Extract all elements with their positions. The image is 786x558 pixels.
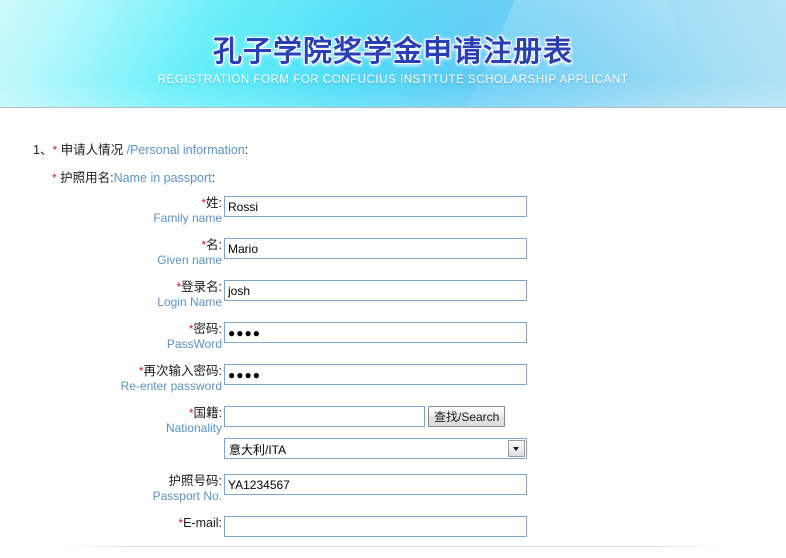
label-given-name-zh-line: *名:	[0, 238, 222, 252]
label-given-name-zh: 名	[206, 238, 219, 252]
label-email-zh-line: *E-mail:	[0, 516, 222, 530]
label-nationality-colon: :	[218, 406, 222, 420]
field-email	[224, 516, 527, 537]
form-row-family-name: *姓: Family name	[0, 196, 786, 238]
given-name-input[interactable]	[224, 238, 527, 259]
label-nationality-en: Nationality	[165, 421, 222, 435]
password-input[interactable]	[224, 322, 527, 343]
form-row-password: *密码: PassWord	[0, 322, 786, 364]
label-family-name-en: Family name	[153, 211, 222, 225]
subsection-label-zh: 护照用名	[60, 171, 111, 185]
label-nationality-zh: 国籍	[193, 406, 219, 420]
section-required-star: *	[52, 143, 58, 157]
field-nationality-search: 查找/Search	[224, 406, 506, 427]
label-password-zh: 密码	[193, 322, 219, 336]
subsection-required-star: *	[52, 171, 57, 185]
label-login-name-en: Login Name	[157, 295, 222, 309]
section-colon: :	[244, 143, 249, 157]
label-family-name-zh: 姓	[206, 196, 219, 210]
registration-form: 1、* 申请人情况 /Personal information: * 护照用名:…	[0, 108, 786, 553]
label-login-name-zh: 登录名	[181, 280, 219, 294]
subsection-label-en: Name in passport	[113, 171, 212, 185]
label-login-name-colon: :	[218, 280, 222, 294]
label-reenter-password-zh-line: *再次输入密码:	[0, 364, 222, 378]
label-given-name-en: Given name	[157, 253, 222, 267]
label-reenter-password-colon: :	[218, 364, 222, 378]
form-row-email: *E-mail:	[0, 516, 786, 558]
label-family-name: *姓: Family name	[0, 196, 222, 226]
label-passport-no-zh: 护照号码	[168, 474, 219, 488]
passport-no-input[interactable]	[224, 474, 527, 495]
label-password-zh-line: *密码:	[0, 322, 222, 336]
subsection-heading-name-in-passport: * 护照用名:Name in passport:	[52, 167, 215, 186]
label-passport-no-zh-line: 护照号码:	[0, 474, 223, 488]
label-password-colon: :	[218, 322, 222, 336]
form-row-login-name: *登录名: Login Name	[0, 280, 786, 322]
label-passport-no-en: Passport No.	[152, 489, 222, 503]
field-nationality-select: 意大利/ITA	[224, 438, 527, 459]
label-login-name: *登录名: Login Name	[0, 280, 222, 310]
page-header-banner: 孔子学院奖学金申请注册表 REGISTRATION FORM FOR CONFU…	[0, 0, 786, 108]
label-reenter-password-zh: 再次输入密码	[143, 364, 219, 378]
label-passport-no-colon: :	[218, 474, 222, 488]
field-password	[224, 322, 527, 343]
label-reenter-password: *再次输入密码: Re-enter password	[0, 364, 222, 394]
form-row-given-name: *名: Given name	[0, 238, 786, 280]
field-passport-no	[224, 474, 527, 495]
email-input[interactable]	[224, 516, 527, 537]
login-name-input[interactable]	[224, 280, 527, 301]
section-heading-personal-information: 1、* 申请人情况 /Personal information:	[33, 139, 248, 158]
family-name-input[interactable]	[224, 196, 527, 217]
reenter-password-input[interactable]	[224, 364, 527, 385]
label-email-zh: E-mail	[183, 516, 219, 530]
label-password: *密码: PassWord	[0, 322, 222, 352]
form-row-passport-no: 护照号码: Passport No.	[0, 474, 786, 516]
subsection-colon-2: :	[211, 171, 216, 185]
nationality-select[interactable]: 意大利/ITA	[224, 438, 527, 459]
label-passport-no: 护照号码: Passport No.	[0, 474, 222, 504]
section-number: 1、	[33, 143, 53, 157]
footer-divider	[60, 546, 726, 547]
nationality-select-value: 意大利/ITA	[229, 443, 287, 457]
page-subtitle: REGISTRATION FORM FOR CONFUCIUS INSTITUT…	[157, 74, 629, 86]
section-label-zh: 申请人情况	[60, 143, 124, 157]
nationality-search-button[interactable]: 查找/Search	[428, 406, 506, 427]
field-reenter-password	[224, 364, 527, 385]
chevron-down-icon[interactable]	[508, 440, 525, 457]
field-family-name	[224, 196, 527, 217]
label-family-name-colon: :	[218, 196, 222, 210]
label-given-name: *名: Given name	[0, 238, 222, 268]
label-email: *E-mail:	[0, 516, 222, 530]
label-reenter-password-en: Re-enter password	[120, 379, 222, 393]
label-password-en: PassWord	[166, 337, 222, 351]
field-given-name	[224, 238, 527, 259]
section-label-en: /Personal information	[126, 143, 245, 157]
label-nationality-zh-line: *国籍:	[0, 406, 222, 420]
label-family-name-zh-line: *姓:	[0, 196, 222, 210]
form-row-reenter-password: *再次输入密码: Re-enter password	[0, 364, 786, 406]
page-title: 孔子学院奖学金申请注册表	[212, 34, 573, 68]
label-given-name-colon: :	[218, 238, 222, 252]
field-login-name	[224, 280, 527, 301]
form-row-nationality-select: 意大利/ITA	[0, 438, 786, 462]
label-email-colon: :	[218, 516, 222, 530]
nationality-search-input[interactable]	[224, 406, 425, 427]
label-login-name-zh-line: *登录名:	[0, 280, 222, 294]
label-nationality: *国籍: Nationality	[0, 406, 222, 436]
